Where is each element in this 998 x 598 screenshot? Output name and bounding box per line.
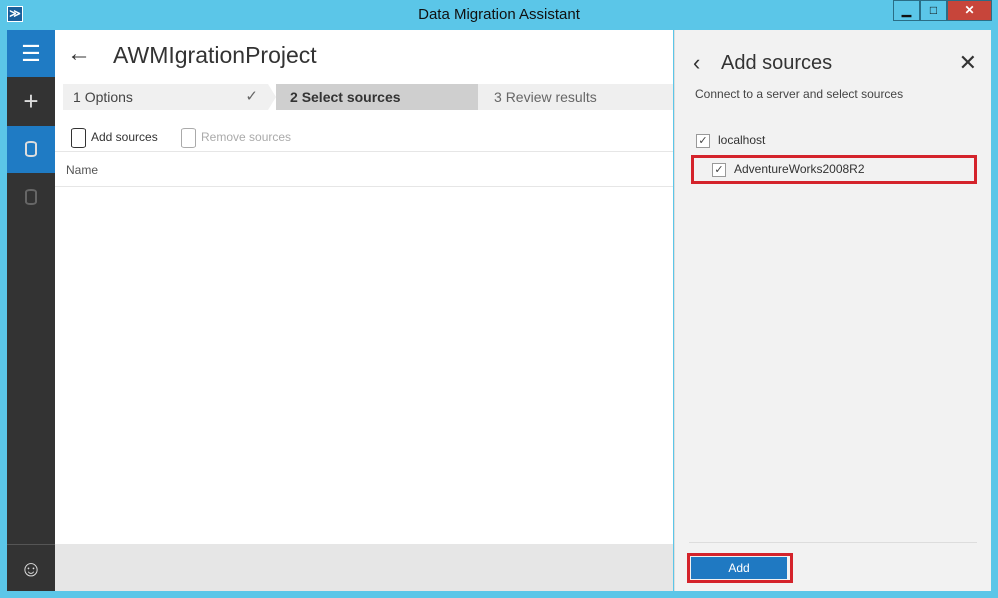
panel-title: Add sources	[721, 52, 833, 74]
window-title: Data Migration Assistant	[418, 6, 580, 23]
step-number: 2	[290, 89, 298, 105]
project-title: AWMIgrationProject	[113, 42, 317, 68]
panel-divider	[689, 542, 977, 543]
server-label: localhost	[718, 133, 766, 147]
step-label: Select sources	[301, 89, 401, 105]
add-button[interactable]: Add	[691, 557, 787, 579]
step-options[interactable]: 1 Options ✓	[63, 84, 276, 110]
panel-close-icon[interactable]: ✕	[959, 50, 977, 76]
add-database-icon	[71, 127, 86, 148]
hamburger-menu-icon[interactable]: ☰	[7, 30, 55, 77]
database-label: AdventureWorks2008R2	[734, 162, 865, 176]
title-bar: ≫ Data Migration Assistant ▁ □ ✕	[0, 0, 998, 30]
checkmark-icon: ✓	[245, 88, 258, 105]
feedback-smiley-icon[interactable]: ☺	[7, 544, 55, 591]
new-project-icon[interactable]: +	[7, 78, 55, 125]
wizard-steps: 1 Options ✓ 2 Select sources 3 Review re…	[63, 84, 673, 110]
panel-subtitle: Connect to a server and select sources	[695, 87, 904, 101]
step-label: Review results	[505, 89, 597, 105]
close-window-button[interactable]: ✕	[947, 0, 992, 21]
remove-sources-label: Remove sources	[201, 130, 292, 144]
server-checkbox[interactable]: ✓	[696, 133, 710, 148]
migration-database-icon[interactable]	[7, 174, 55, 221]
minimize-button[interactable]: ▁	[893, 0, 920, 21]
tree-item-database[interactable]: ✓ AdventureWorks2008R2	[712, 158, 865, 180]
maximize-button[interactable]: □	[920, 0, 947, 21]
back-arrow-icon[interactable]: ←	[67, 40, 91, 68]
step-number: 1	[73, 89, 81, 105]
step-review-results[interactable]: 3 Review results	[478, 84, 673, 110]
sources-toolbar: Add sources Remove sources	[55, 122, 673, 152]
step-select-sources[interactable]: 2 Select sources	[276, 84, 491, 110]
main-footer-bar	[55, 544, 673, 591]
add-sources-label: Add sources	[91, 130, 158, 144]
remove-database-icon	[181, 127, 196, 148]
step-label: Options	[84, 89, 133, 105]
tree-item-server[interactable]: ✓ localhost	[696, 129, 765, 151]
step-number: 3	[494, 89, 502, 105]
main-content: ← AWMIgrationProject 1 Options ✓ 2 Selec…	[55, 30, 673, 591]
panel-back-icon[interactable]: ‹	[693, 50, 700, 76]
database-checkbox[interactable]: ✓	[712, 162, 726, 177]
assessment-database-icon[interactable]	[7, 126, 55, 173]
name-column-header[interactable]: Name	[55, 153, 673, 187]
add-sources-panel: ‹ Add sources ✕ Connect to a server and …	[674, 30, 991, 591]
remove-sources-button[interactable]: Remove sources	[181, 126, 291, 148]
add-sources-button[interactable]: Add sources	[71, 126, 158, 148]
left-rail: ☰ + ☺	[7, 30, 55, 591]
